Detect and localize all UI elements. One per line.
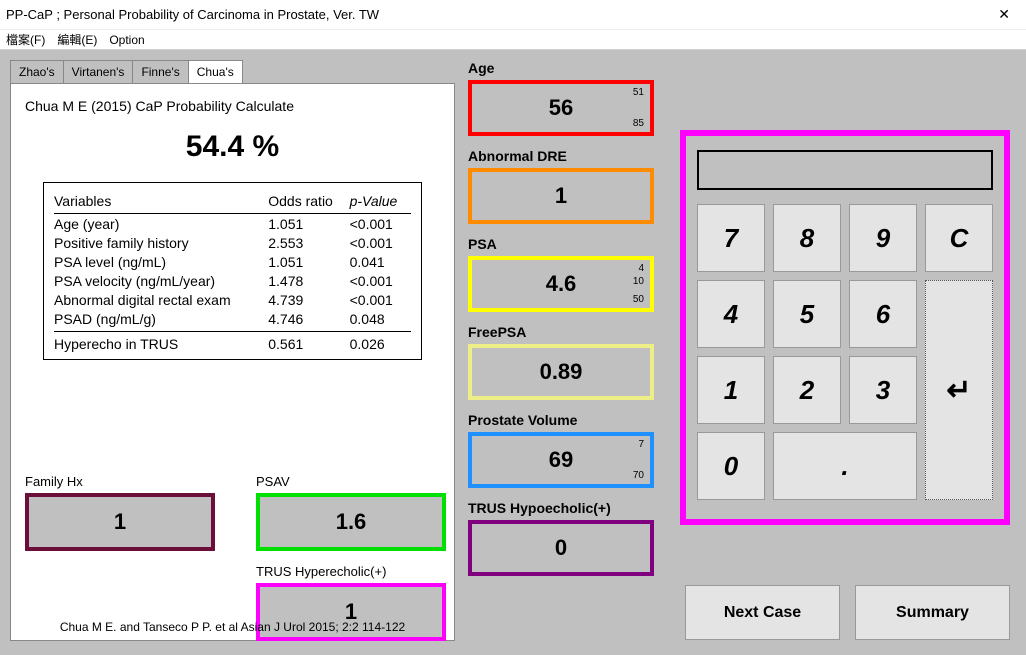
freepsa-group: FreePSA 0.89 <box>468 324 660 400</box>
family-hx-value: 1 <box>114 509 126 535</box>
key-7[interactable]: 7 <box>697 204 765 272</box>
tab-zhao[interactable]: Zhao's <box>10 60 64 83</box>
psa-value: 4.6 <box>546 271 577 297</box>
key-dot[interactable]: . <box>773 432 917 500</box>
th-variables: Variables <box>54 191 268 214</box>
menu-option[interactable]: Option <box>109 33 144 47</box>
menubar: 檔案(F) 編輯(E) Option <box>0 30 1026 50</box>
age-label: Age <box>468 60 660 76</box>
family-hx-group: Family Hx 1 <box>25 474 215 551</box>
age-group: Age 56 51 85 <box>468 60 660 136</box>
family-hx-box[interactable]: 1 <box>25 493 215 551</box>
age-value: 56 <box>549 95 573 121</box>
tab-finne[interactable]: Finne's <box>132 60 188 83</box>
psav-label: PSAV <box>256 474 446 489</box>
key-8[interactable]: 8 <box>773 204 841 272</box>
age-box[interactable]: 56 51 85 <box>468 80 654 136</box>
pv-box[interactable]: 69 7 70 <box>468 432 654 488</box>
key-clear[interactable]: C <box>925 204 993 272</box>
freepsa-label: FreePSA <box>468 324 660 340</box>
psa-hint-mid: 10 <box>633 276 644 287</box>
freepsa-value: 0.89 <box>540 359 583 385</box>
tab-content: Chua M E (2015) CaP Probability Calculat… <box>10 83 455 641</box>
trus-hypo-group: TRUS Hypoecholic(+) 0 <box>468 500 660 576</box>
key-2[interactable]: 2 <box>773 356 841 424</box>
tabs-panel: Zhao's Virtanen's Finne's Chua's Chua M … <box>10 60 455 640</box>
tab-virtanen[interactable]: Virtanen's <box>63 60 134 83</box>
window-title: PP-CaP ; Personal Probability of Carcino… <box>6 7 379 22</box>
trus-hypo-label: TRUS Hypoecholic(+) <box>468 500 660 516</box>
trus-hypo-value: 0 <box>555 535 567 561</box>
close-icon[interactable]: ✕ <box>990 2 1018 27</box>
next-case-button[interactable]: Next Case <box>685 585 840 640</box>
pv-hint-top: 7 <box>638 439 644 450</box>
psav-group: PSAV 1.6 <box>256 474 446 551</box>
tab-strip: Zhao's Virtanen's Finne's Chua's <box>10 60 455 83</box>
menu-edit[interactable]: 編輯(E) <box>57 31 97 48</box>
psa-group: PSA 4.6 4 10 50 <box>468 236 660 312</box>
freepsa-box[interactable]: 0.89 <box>468 344 654 400</box>
trus-hyper-label: TRUS Hyperecholic(+) <box>256 564 446 579</box>
psa-label: PSA <box>468 236 660 252</box>
table-row: PSAD (ng/mL/g)4.7460.048 <box>54 309 411 331</box>
psa-hint-bot: 50 <box>633 294 644 305</box>
inputs-column: Age 56 51 85 Abnormal DRE 1 PSA 4.6 4 10… <box>468 60 660 588</box>
trus-hypo-box[interactable]: 0 <box>468 520 654 576</box>
keypad-display[interactable] <box>697 150 993 190</box>
table-row: PSA velocity (ng/mL/year)1.478<0.001 <box>54 271 411 290</box>
key-4[interactable]: 4 <box>697 280 765 348</box>
odds-table: Variables Odds ratio p-Value Age (year)1… <box>43 182 422 360</box>
psav-value: 1.6 <box>336 509 367 535</box>
probability-percent: 54.4 % <box>25 130 440 164</box>
panel-heading: Chua M E (2015) CaP Probability Calculat… <box>25 98 440 114</box>
psav-box[interactable]: 1.6 <box>256 493 446 551</box>
workarea: Zhao's Virtanen's Finne's Chua's Chua M … <box>0 50 1026 655</box>
menu-file[interactable]: 檔案(F) <box>6 31 45 48</box>
psa-box[interactable]: 4.6 4 10 50 <box>468 256 654 312</box>
age-hint-bot: 85 <box>633 118 644 129</box>
th-odds: Odds ratio <box>268 191 349 214</box>
citation: Chua M E. and Tanseco P P. et al Asian J… <box>11 620 454 634</box>
pv-group: Prostate Volume 69 7 70 <box>468 412 660 488</box>
table-row: PSA level (ng/mL)1.0510.041 <box>54 252 411 271</box>
table-row: Abnormal digital rectal exam4.739<0.001 <box>54 290 411 309</box>
table-row: Positive family history2.553<0.001 <box>54 233 411 252</box>
psa-hint-top: 4 <box>638 263 644 274</box>
key-6[interactable]: 6 <box>849 280 917 348</box>
dre-label: Abnormal DRE <box>468 148 660 164</box>
pv-value: 69 <box>549 447 573 473</box>
keypad-grid: 7 8 9 C 4 5 6 ↵ 1 2 3 0 . <box>696 204 994 500</box>
key-enter[interactable]: ↵ <box>925 280 993 500</box>
age-hint-top: 51 <box>633 87 644 98</box>
key-3[interactable]: 3 <box>849 356 917 424</box>
key-1[interactable]: 1 <box>697 356 765 424</box>
pv-label: Prostate Volume <box>468 412 660 428</box>
titlebar: PP-CaP ; Personal Probability of Carcino… <box>0 0 1026 30</box>
key-5[interactable]: 5 <box>773 280 841 348</box>
th-pvalue: p-Value <box>350 191 411 214</box>
family-hx-label: Family Hx <box>25 474 215 489</box>
pv-hint-bot: 70 <box>633 470 644 481</box>
keypad: 7 8 9 C 4 5 6 ↵ 1 2 3 0 . <box>680 130 1010 525</box>
dre-group: Abnormal DRE 1 <box>468 148 660 224</box>
dre-box[interactable]: 1 <box>468 168 654 224</box>
key-9[interactable]: 9 <box>849 204 917 272</box>
table-row: Hyperecho in TRUS0.5610.026 <box>54 331 411 353</box>
summary-button[interactable]: Summary <box>855 585 1010 640</box>
key-0[interactable]: 0 <box>697 432 765 500</box>
tab-chua[interactable]: Chua's <box>188 60 243 83</box>
table-row: Age (year)1.051<0.001 <box>54 214 411 234</box>
dre-value: 1 <box>555 183 567 209</box>
